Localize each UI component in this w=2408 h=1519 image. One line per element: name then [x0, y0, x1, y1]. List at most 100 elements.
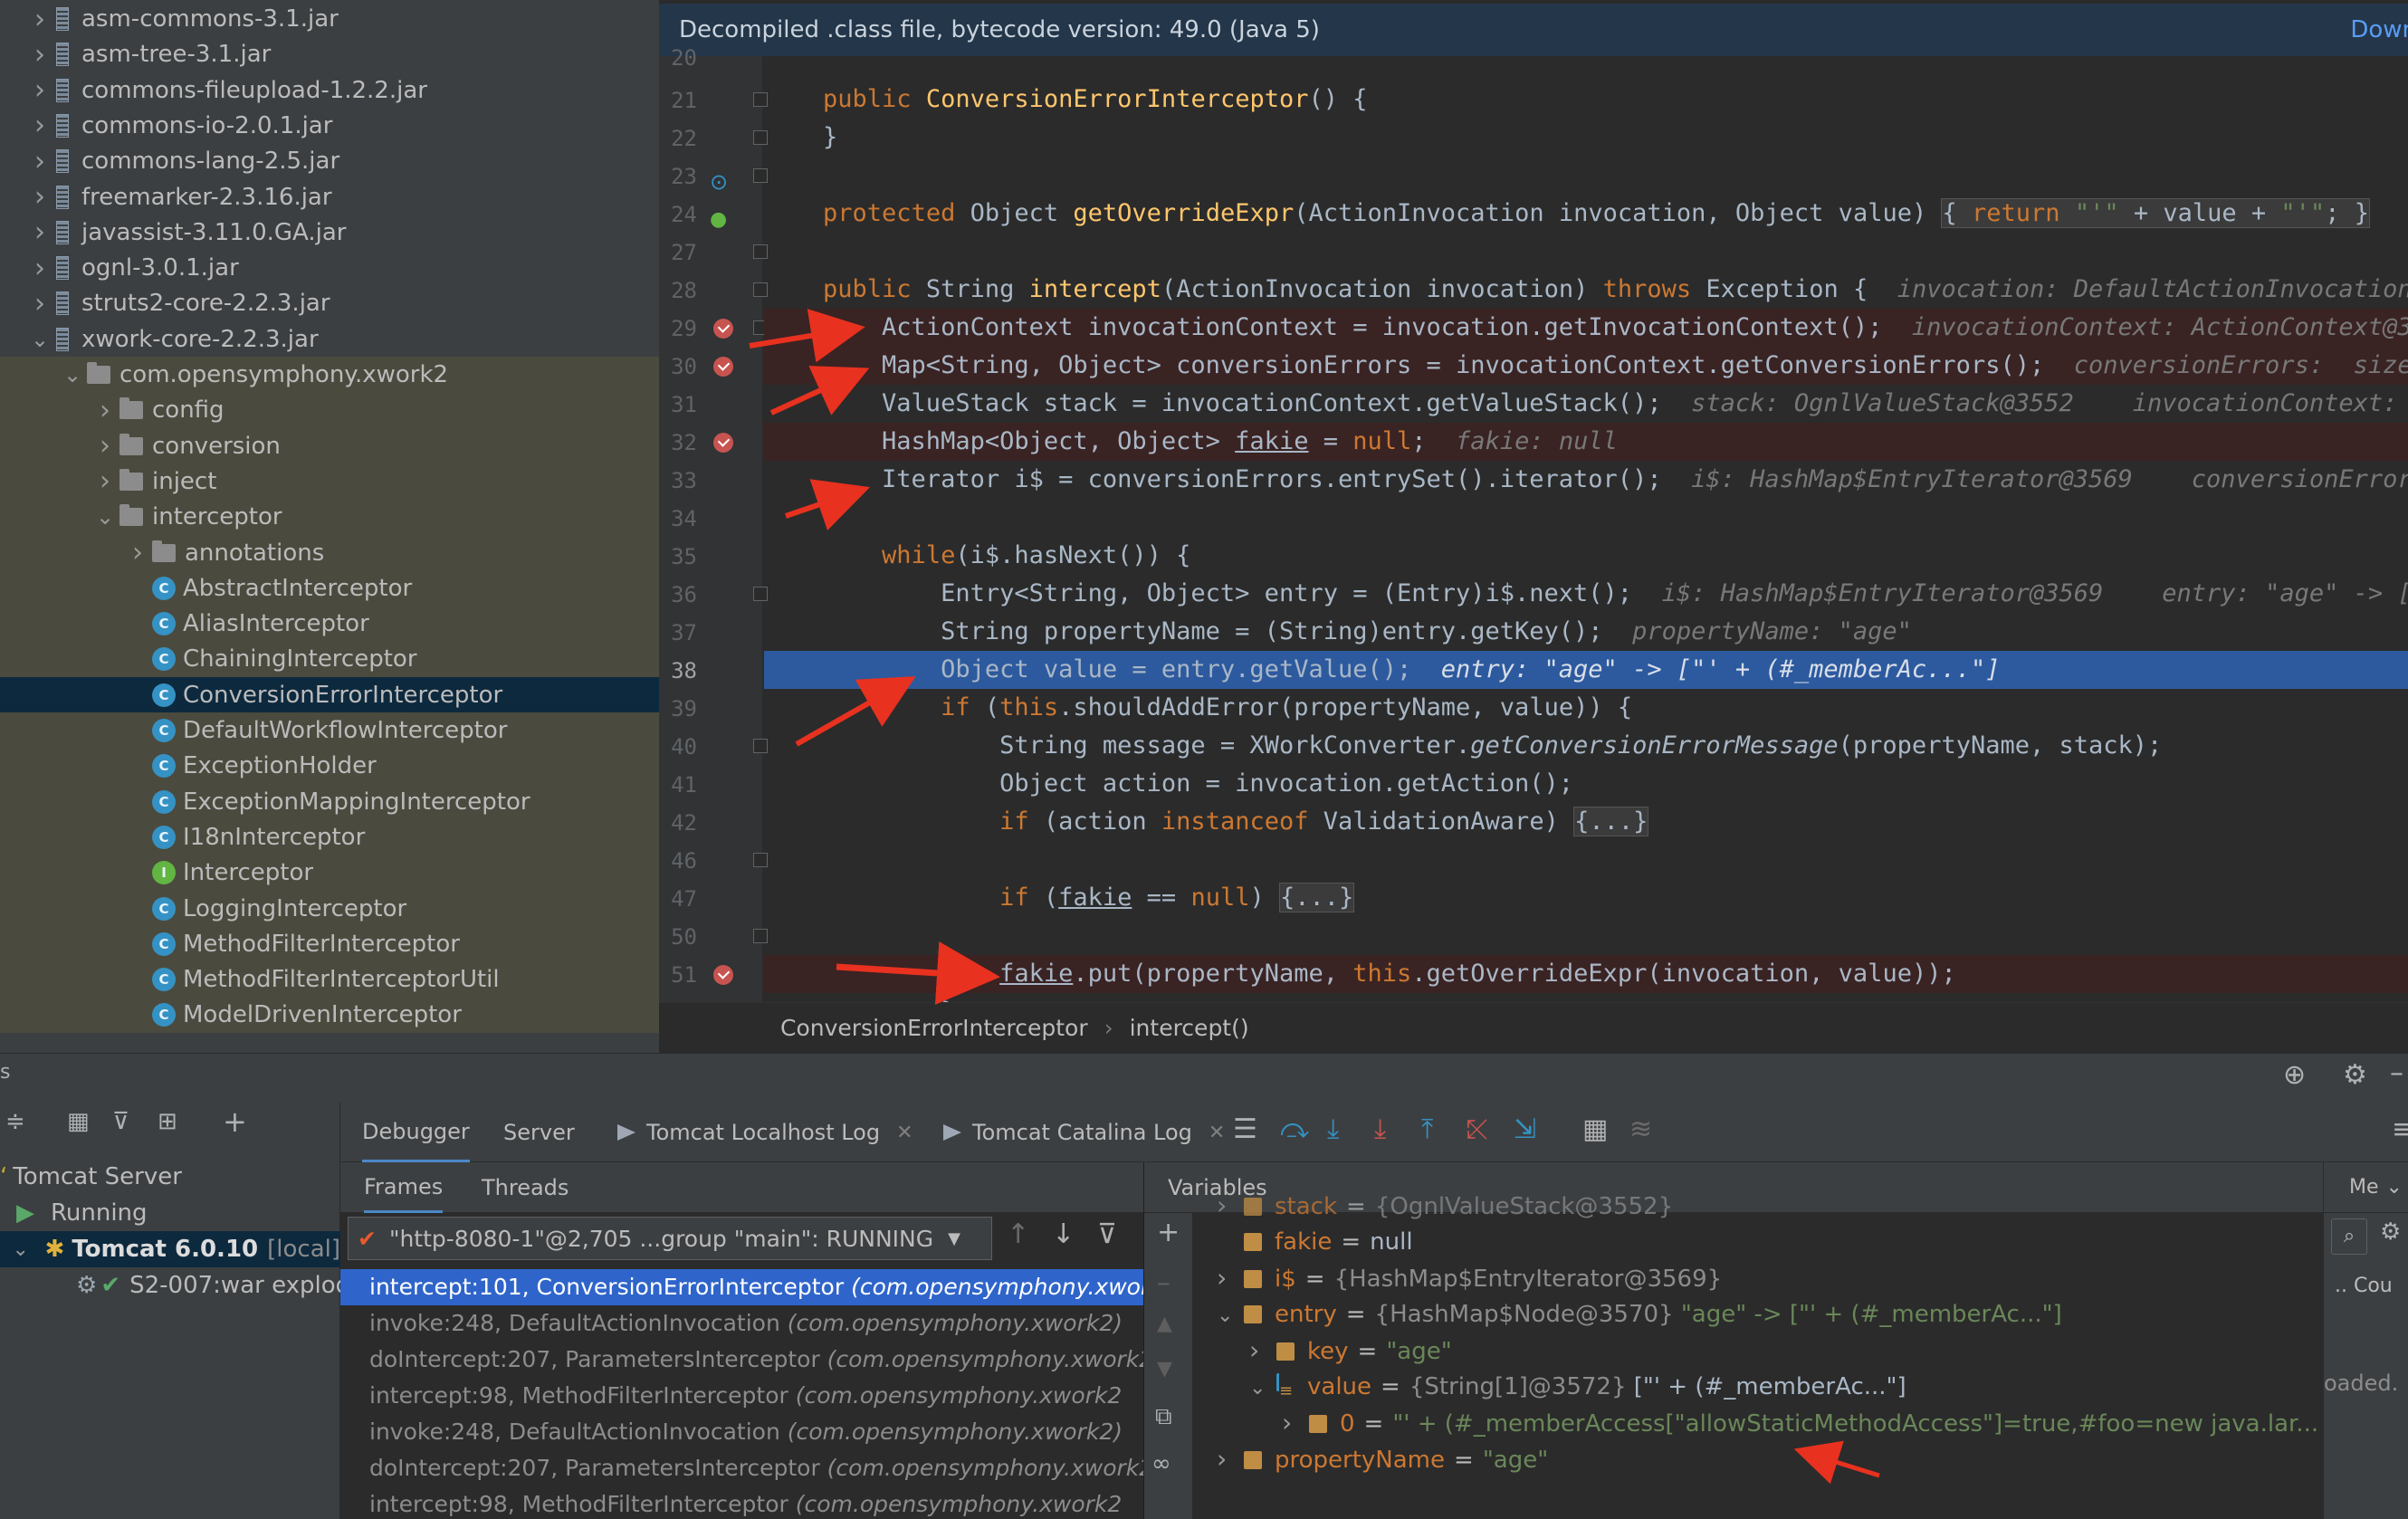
tree-item-class[interactable]: C MethodFilterInterceptorUtil	[0, 961, 659, 998]
tree-item-package[interactable]: › annotations	[0, 534, 659, 571]
evaluate-expression-icon[interactable]: ▦	[1582, 1113, 1608, 1145]
variable-row[interactable]: ⌄ ≡ value = {String[1]@3572} ["' + (#_member…	[1193, 1369, 2323, 1405]
tree-item-package[interactable]: › config	[0, 392, 659, 429]
chevron-right-icon[interactable]: ›	[125, 537, 150, 568]
tree-item-jar[interactable]: › asm-tree-3.1.jar	[0, 36, 659, 72]
layout-icon[interactable]: ≡	[2392, 1113, 2408, 1145]
show-execution-point-icon[interactable]: ☰	[1233, 1113, 1257, 1145]
breakpoint-icon[interactable]	[713, 319, 733, 339]
tree-item-jar[interactable]: › commons-io-2.0.1.jar	[0, 108, 659, 144]
chevron-down-icon[interactable]: ⌄	[60, 362, 85, 387]
chevron-right-icon[interactable]: ›	[27, 253, 53, 284]
drop-frame-icon[interactable]: ⤪	[1467, 1113, 1488, 1145]
tree-item-jar[interactable]: › commons-fileupload-1.2.2.jar	[0, 72, 659, 109]
stack-frame[interactable]: intercept:98, MethodFilterInterceptor (c…	[340, 1378, 1143, 1414]
chevron-right-icon[interactable]: ›	[1282, 1405, 1309, 1441]
breakpoint-icon[interactable]	[713, 357, 733, 377]
gear-icon[interactable]: ⚙	[2343, 1059, 2367, 1091]
code-line[interactable]: Entry<String, Object> entry = (Entry)i$.…	[764, 575, 2408, 613]
code-line[interactable]: }	[764, 119, 2408, 157]
force-step-into-icon[interactable]: ⤓	[1374, 1113, 1386, 1145]
service-node-instance[interactable]: ⌄ ✱ Tomcat 6.0.10 [local]	[0, 1231, 340, 1267]
breadcrumb-method[interactable]: intercept()	[1130, 1015, 1249, 1041]
chevron-right-icon[interactable]: ›	[27, 110, 53, 141]
gear-icon[interactable]: ⚙	[2380, 1218, 2401, 1246]
chevron-down-icon[interactable]: ⌄	[1249, 1371, 1276, 1407]
variable-row[interactable]: › i$ = {HashMap$EntryIterator@3569}	[1193, 1260, 2323, 1296]
service-node-artifact[interactable]: ⚙ ✔ S2-007:war exploded	[0, 1267, 340, 1304]
thread-selector[interactable]: ✔ "http-8080-1"@2,705 ...group "main": R…	[348, 1217, 992, 1260]
tab-server[interactable]: Server	[503, 1103, 575, 1162]
variable-row[interactable]: ⌄ entry = {HashMap$Node@3570} "age" -> ["' …	[1193, 1296, 2323, 1333]
code-line[interactable]: Object action = invocation.getAction();	[764, 765, 2408, 803]
code-line[interactable]: public String intercept(ActionInvocation…	[764, 271, 2408, 309]
tree-item-class[interactable]: C ModelDrivenInterceptor	[0, 997, 659, 1034]
tree-item-jar[interactable]: › freemarker-2.3.16.jar	[0, 179, 659, 215]
chevron-right-icon[interactable]: ›	[27, 74, 53, 106]
memory-tab[interactable]: Me ⌄	[2324, 1162, 2408, 1213]
crosshair-icon[interactable]: ⊕	[2283, 1059, 2306, 1091]
chevron-down-icon[interactable]: ⌄	[1217, 1298, 1244, 1334]
code-line[interactable]: while(i$.hasNext()) {	[764, 537, 2408, 575]
stack-frame[interactable]: invoke:248, DefaultActionInvocation (com…	[340, 1305, 1143, 1342]
code-line[interactable]: Iterator i$ = conversionErrors.entrySet(…	[764, 461, 2408, 499]
tree-item-jar[interactable]: ⌄ xwork-core-2.2.3.jar	[0, 321, 659, 358]
stack-frame[interactable]: intercept:98, MethodFilterInterceptor (c…	[340, 1486, 1143, 1519]
tab-threads[interactable]: Threads	[482, 1162, 569, 1213]
tab-debugger[interactable]: Debugger	[362, 1103, 470, 1162]
tree-item-jar[interactable]: › ognl-3.0.1.jar	[0, 250, 659, 286]
code-line[interactable]: String message = XWorkConverter.getConve…	[764, 727, 2408, 765]
code-line[interactable]	[764, 917, 2408, 955]
breakpoint-icon[interactable]	[713, 965, 733, 985]
chevron-right-icon[interactable]: ›	[92, 430, 118, 462]
variable-row[interactable]: › propertyName = "age"	[1193, 1441, 2323, 1477]
service-node-tomcat-server[interactable]: ‘ Tomcat Server	[0, 1159, 340, 1195]
chevron-right-icon[interactable]: ›	[27, 146, 53, 177]
filter-icon[interactable]: ⊽	[112, 1108, 129, 1135]
implements-method-icon[interactable]: ●	[710, 208, 727, 231]
chevron-right-icon[interactable]: ›	[1217, 1441, 1244, 1477]
code-line-breakpoint[interactable]: fakie.put(propertyName, this.getOverride…	[764, 955, 2408, 993]
code-line[interactable]	[764, 499, 2408, 537]
variable-row[interactable]: › key = "age"	[1193, 1333, 2323, 1369]
download-sources-link[interactable]: Down	[2350, 16, 2408, 43]
chevron-right-icon[interactable]: ›	[27, 216, 53, 248]
remove-watch-icon[interactable]: –	[1157, 1267, 1171, 1299]
stack-frame[interactable]: doIntercept:207, ParametersInterceptor (…	[340, 1450, 1143, 1486]
step-over-icon[interactable]: ⤼	[1280, 1113, 1309, 1145]
variable-row[interactable]: › stack = {OgnlValueStack@3552}	[1193, 1188, 2323, 1224]
tree-item-package[interactable]: ⌄ com.opensymphony.xwork2	[0, 357, 659, 393]
service-node-running[interactable]: ▶ Running	[0, 1195, 340, 1231]
chevron-right-icon[interactable]: ›	[92, 395, 118, 426]
tab-tomcat-localhost-log[interactable]: Tomcat Localhost Log ✕	[617, 1103, 913, 1162]
move-up-icon[interactable]: ▲	[1157, 1313, 1172, 1335]
tree-item-class[interactable]: C ExceptionHolder	[0, 748, 659, 785]
code-line[interactable]: }	[764, 993, 2408, 1002]
filter-icon[interactable]: ⊽	[1097, 1218, 1117, 1250]
tree-item-class[interactable]: C ChainingInterceptor	[0, 641, 659, 678]
tree-item-jar[interactable]: › struts2-core-2.2.3.jar	[0, 285, 659, 321]
add-service-icon[interactable]: +	[223, 1104, 247, 1139]
code-line[interactable]: String propertyName = (String)entry.getK…	[764, 613, 2408, 651]
move-down-icon[interactable]: ▼	[1157, 1358, 1172, 1380]
variable-row[interactable]: › 0 = "' + (#_memberAccess["allowStaticMeth…	[1193, 1405, 2323, 1441]
variable-row[interactable]: fakie = null	[1193, 1224, 2323, 1260]
minimize-icon[interactable]: –	[2390, 1057, 2403, 1089]
run-to-cursor-icon[interactable]: ⇲	[1514, 1113, 1536, 1145]
chevron-right-icon[interactable]: ›	[1217, 1188, 1244, 1224]
tree-item-class[interactable]: C ConversionErrorInterceptor	[0, 676, 659, 713]
chevron-right-icon[interactable]: ›	[92, 465, 118, 497]
add-watch-icon[interactable]: +	[1157, 1217, 1180, 1248]
code-line[interactable]	[764, 841, 2408, 879]
code-line[interactable]: if (action instanceof ValidationAware) {…	[764, 803, 2408, 841]
stack-frame[interactable]: doIntercept:207, ParametersInterceptor (…	[340, 1342, 1143, 1378]
chevron-down-icon[interactable]: ⌄	[27, 327, 53, 352]
search-icon[interactable]: ⌕	[2331, 1218, 2367, 1255]
code-line[interactable]: protected Object getOverrideExpr(ActionI…	[764, 195, 2408, 233]
tree-item-class[interactable]: C AliasInterceptor	[0, 606, 659, 643]
chevron-down-icon[interactable]: ⌄	[92, 504, 118, 530]
step-into-icon[interactable]: ⤓	[1327, 1113, 1339, 1145]
chevron-right-icon[interactable]: ›	[27, 39, 53, 71]
tree-item-jar[interactable]: › javassist-3.11.0.GA.jar	[0, 215, 659, 251]
code-line-breakpoint[interactable]: Map<String, Object> conversionErrors = i…	[764, 347, 2408, 385]
